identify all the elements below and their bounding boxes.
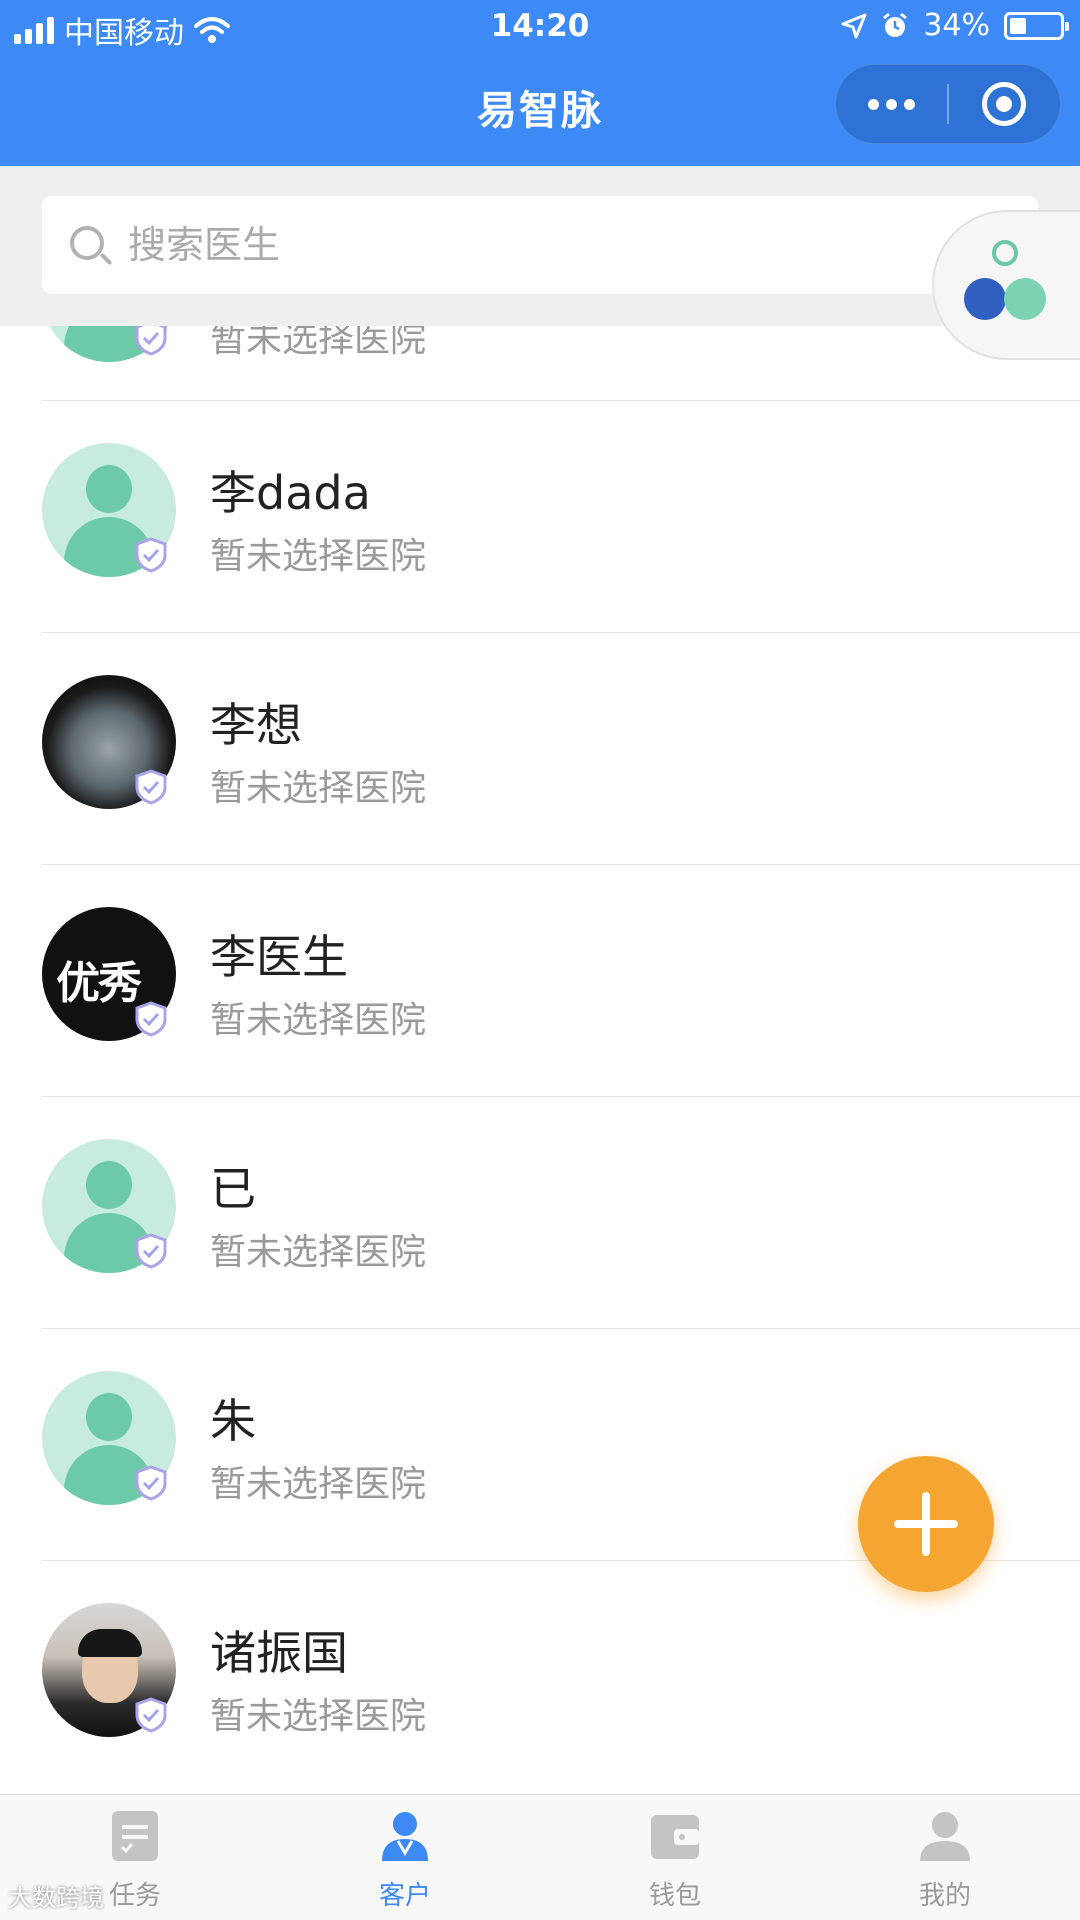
- logo-ring-icon: [992, 240, 1018, 266]
- floating-app-badge[interactable]: [932, 210, 1080, 360]
- verified-shield-icon: [135, 1465, 167, 1501]
- more-button[interactable]: [836, 64, 947, 144]
- status-right: 34%: [841, 8, 1069, 43]
- verified-shield-icon: [135, 326, 167, 356]
- hospital-label: 暂未选择医院: [210, 1696, 427, 1737]
- doctor-icon: [382, 1812, 428, 1861]
- doctor-name: 已: [210, 1162, 256, 1216]
- doctor-name: 李医生: [210, 930, 348, 984]
- verified-shield-icon: [135, 769, 167, 805]
- logo-blue-icon: [964, 278, 1006, 320]
- more-dots-icon: [868, 98, 915, 110]
- verified-shield-icon: [135, 1697, 167, 1733]
- verified-shield-icon: [135, 1233, 167, 1269]
- status-bar: 中国移动 14:20 34%: [0, 0, 1080, 54]
- target-icon: [982, 82, 1027, 126]
- profile-icon: [920, 1812, 970, 1861]
- doctor-name: 诸振国: [210, 1626, 348, 1680]
- doctor-name: 朱: [210, 1394, 256, 1448]
- list-item[interactable]: 暂未选择医院: [42, 326, 1080, 400]
- doctor-name: 李dada: [210, 466, 371, 520]
- hospital-label: 暂未选择医院: [210, 536, 427, 577]
- task-list-icon: [112, 1811, 158, 1861]
- logo-green-icon: [1004, 278, 1046, 320]
- tab-label: 我的: [918, 1881, 971, 1911]
- search-bar: [0, 166, 1080, 326]
- top-header: 中国移动 14:20 34% 易智脉: [0, 0, 1080, 166]
- hospital-label: 暂未选择医院: [210, 326, 427, 360]
- alarm-icon: [883, 12, 908, 37]
- list-item[interactable]: 李想 暂未选择医院: [42, 632, 1080, 864]
- bottom-tab-bar: 任务 客户 钱包 我的: [0, 1794, 1080, 1920]
- location-arrow-icon: [841, 13, 867, 38]
- tab-customer[interactable]: 客户: [270, 1795, 540, 1920]
- miniprogram-capsule: [835, 64, 1061, 144]
- tab-mine[interactable]: 我的: [810, 1795, 1080, 1920]
- hospital-label: 暂未选择医院: [210, 1464, 427, 1505]
- verified-shield-icon: [135, 1001, 167, 1037]
- hospital-label: 暂未选择医院: [210, 1000, 427, 1041]
- battery-level: [1010, 17, 1026, 34]
- battery-percent: 34%: [923, 8, 990, 43]
- tab-wallet[interactable]: 钱包: [540, 1795, 810, 1920]
- add-doctor-button[interactable]: [858, 1456, 994, 1592]
- list-item[interactable]: 李dada 暂未选择医院: [42, 400, 1080, 632]
- tab-label: 钱包: [648, 1881, 701, 1911]
- search-input[interactable]: [128, 214, 988, 276]
- search-icon: [70, 226, 104, 260]
- battery-icon: [1004, 11, 1069, 40]
- close-miniprogram-button[interactable]: [949, 64, 1060, 144]
- watermark: 大数跨境: [8, 1884, 104, 1912]
- list-item[interactable]: 诸振国 暂未选择医院: [42, 1560, 1080, 1792]
- search-box[interactable]: [42, 196, 1038, 294]
- hospital-label: 暂未选择医院: [210, 1232, 427, 1273]
- tab-label: 客户: [378, 1881, 431, 1911]
- verified-shield-icon: [135, 537, 167, 573]
- hospital-label: 暂未选择医院: [210, 768, 427, 809]
- wallet-icon: [651, 1815, 699, 1859]
- doctor-name: 李想: [210, 698, 302, 752]
- list-item[interactable]: 已 暂未选择医院: [42, 1096, 1080, 1328]
- list-item[interactable]: 优秀 李医生 暂未选择医院: [42, 864, 1080, 1096]
- avatar-text: 优秀: [56, 958, 142, 1009]
